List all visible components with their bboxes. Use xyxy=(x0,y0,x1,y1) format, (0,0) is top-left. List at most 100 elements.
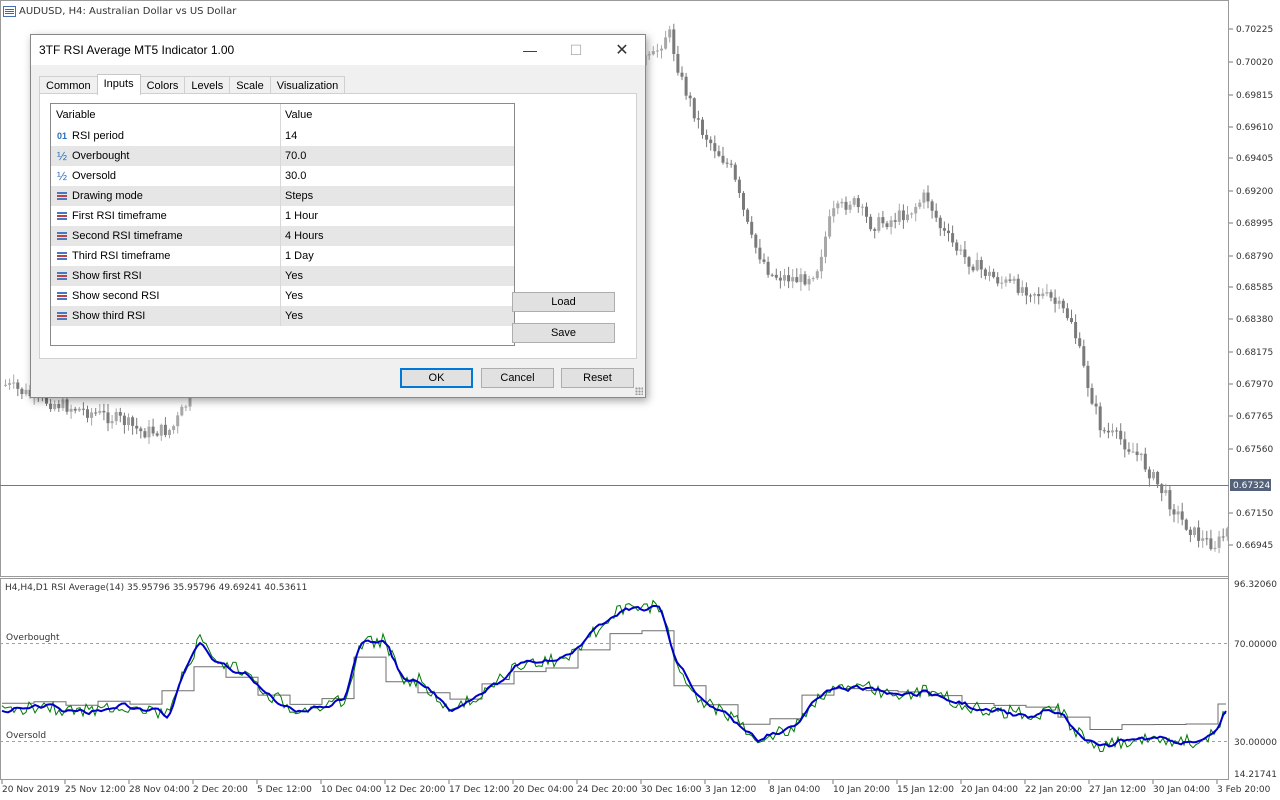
candle-body xyxy=(672,29,676,55)
candle-body xyxy=(139,428,143,432)
ok-button[interactable]: OK xyxy=(400,368,473,388)
param-name: Overbought xyxy=(72,150,130,162)
candle-body xyxy=(688,95,692,99)
indicator-scale-label: 14.21741 xyxy=(1234,770,1277,780)
save-button[interactable]: Save xyxy=(512,323,615,343)
candle-body xyxy=(1156,471,1160,485)
price-label: 0.66945 xyxy=(1236,541,1273,551)
time-axis-label: 17 Dec 12:00 xyxy=(449,785,510,795)
load-button[interactable]: Load xyxy=(512,292,615,312)
candle-body xyxy=(1094,403,1098,407)
double-type-icon: ½ xyxy=(56,169,67,183)
candle-body xyxy=(1102,430,1106,432)
param-value[interactable]: 14 xyxy=(281,130,297,142)
value-column-header[interactable]: Value xyxy=(281,109,312,121)
oversold-label: Oversold xyxy=(6,731,46,741)
candle-body xyxy=(110,421,114,424)
candle-body xyxy=(135,425,139,429)
candle-body xyxy=(758,247,762,260)
time-axis-label: 10 Dec 04:00 xyxy=(321,785,382,795)
table-row[interactable]: First RSI timeframe 1 Hour xyxy=(51,206,514,226)
candle-body xyxy=(873,229,877,231)
candle-body xyxy=(795,277,799,283)
candle-body xyxy=(926,192,930,202)
candle-body xyxy=(918,202,922,207)
time-axis-label: 20 Nov 2019 xyxy=(2,785,60,795)
candle-body xyxy=(828,216,832,237)
candle-body xyxy=(754,234,758,248)
param-value[interactable]: 4 Hours xyxy=(281,230,324,242)
variable-column-header[interactable]: Variable xyxy=(51,104,281,126)
table-row[interactable]: 01 RSI period 14 xyxy=(51,126,514,146)
table-row[interactable]: Drawing mode Steps xyxy=(51,186,514,206)
candle-body xyxy=(1041,293,1045,297)
candle-body xyxy=(1172,509,1176,515)
maximize-icon[interactable]: ☐ xyxy=(553,35,599,65)
candle-body xyxy=(651,51,655,55)
param-value[interactable]: Yes xyxy=(281,310,303,322)
candle-body xyxy=(8,383,12,385)
enum-type-icon xyxy=(57,292,67,300)
candle-body xyxy=(1127,449,1131,452)
candle-body xyxy=(742,192,745,210)
param-value[interactable]: Steps xyxy=(281,190,313,202)
candle-body xyxy=(57,403,61,409)
table-row[interactable]: ½ Oversold 30.0 xyxy=(51,166,514,186)
candle-body xyxy=(803,274,807,285)
minimize-icon[interactable]: — xyxy=(507,35,553,65)
candle-body xyxy=(725,162,729,164)
param-name: RSI period xyxy=(72,130,124,142)
param-name: Third RSI timeframe xyxy=(72,250,171,262)
candle-body xyxy=(155,433,159,436)
candle-body xyxy=(114,412,118,422)
dialog-tabs: Common Inputs Colors Levels Scale Visual… xyxy=(39,74,346,95)
indicator-subwindow-frame xyxy=(0,578,1229,780)
param-name: First RSI timeframe xyxy=(72,210,167,222)
candle-body xyxy=(889,220,893,228)
price-label: 0.69200 xyxy=(1236,187,1273,197)
price-label: 0.69405 xyxy=(1236,154,1273,164)
candle-body xyxy=(24,389,28,395)
candle-body xyxy=(1184,519,1188,530)
table-row[interactable]: Show third RSI Yes xyxy=(51,306,514,326)
table-row[interactable]: ½ Overbought 70.0 xyxy=(51,146,514,166)
candle-body xyxy=(647,54,651,56)
table-row[interactable]: Show second RSI Yes xyxy=(51,286,514,306)
tab-inputs[interactable]: Inputs xyxy=(96,74,141,95)
reset-button[interactable]: Reset xyxy=(561,368,634,388)
cancel-button[interactable]: Cancel xyxy=(481,368,554,388)
candle-body xyxy=(832,208,836,217)
chart-menu-icon[interactable] xyxy=(3,6,16,17)
param-name-cell: 01 RSI period xyxy=(51,126,281,146)
price-label: 0.67765 xyxy=(1236,412,1273,422)
time-axis-label: 30 Jan 04:00 xyxy=(1153,785,1210,795)
param-value[interactable]: 1 Hour xyxy=(281,210,318,222)
candle-body xyxy=(1037,293,1041,297)
param-name-cell: Show first RSI xyxy=(51,266,281,286)
param-name: Show first RSI xyxy=(72,270,142,282)
param-value[interactable]: Yes xyxy=(281,270,303,282)
close-icon[interactable]: ✕ xyxy=(599,35,645,65)
candle-body xyxy=(1053,297,1057,304)
enum-type-icon xyxy=(57,312,67,320)
param-value[interactable]: 1 Day xyxy=(281,250,314,262)
candle-body xyxy=(877,217,881,231)
table-row[interactable]: Show first RSI Yes xyxy=(51,266,514,286)
table-row[interactable]: Third RSI timeframe 1 Day xyxy=(51,246,514,266)
resize-grip-icon[interactable] xyxy=(635,387,643,395)
price-label: 0.67150 xyxy=(1236,509,1273,519)
dialog-titlebar[interactable]: 3TF RSI Average MT5 Indicator 1.00 — ☐ ✕ xyxy=(31,35,645,65)
candle-body xyxy=(1033,293,1037,296)
candle-body xyxy=(4,384,7,386)
param-value[interactable]: 30.0 xyxy=(281,170,306,182)
candle-body xyxy=(717,151,721,156)
candle-body xyxy=(701,119,704,135)
price-label: 0.68585 xyxy=(1236,283,1273,293)
candle-body xyxy=(1193,527,1196,536)
candle-body xyxy=(1217,536,1221,548)
param-value[interactable]: Yes xyxy=(281,290,303,302)
indicator-scale-label: 30.00000 xyxy=(1234,738,1277,748)
table-row[interactable]: Second RSI timeframe 4 Hours xyxy=(51,226,514,246)
price-label: 0.69815 xyxy=(1236,91,1273,101)
param-value[interactable]: 70.0 xyxy=(281,150,306,162)
